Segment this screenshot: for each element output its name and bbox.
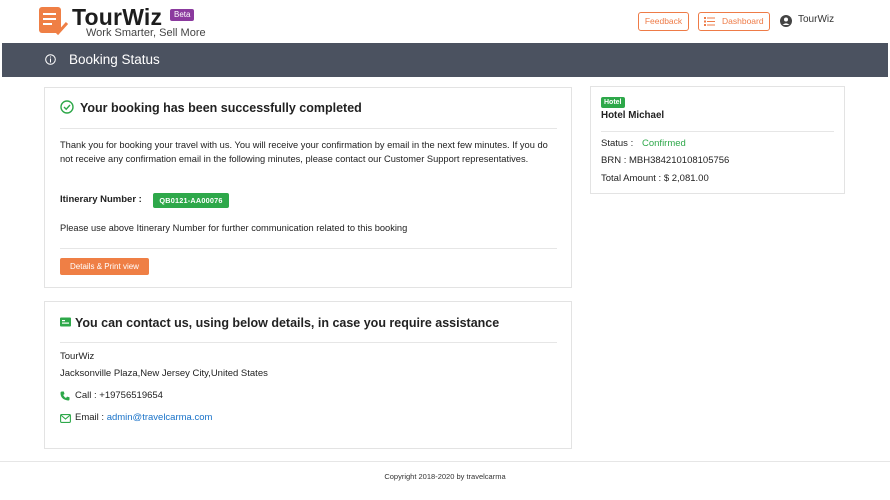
status-label: Status : — [601, 138, 634, 149]
page-title-bar: Booking Status — [2, 43, 888, 77]
brn-number: BRN : MBH384210108105756 — [601, 155, 730, 166]
success-title: Your booking has been successfully compl… — [80, 101, 362, 115]
dashboard-button[interactable]: Dashboard — [698, 12, 770, 31]
company-name: TourWiz — [60, 351, 95, 362]
total-amount: Total Amount : $ 2,081.00 — [601, 173, 709, 184]
status-value: Confirmed — [642, 138, 686, 149]
brand-name[interactable]: TourWiz — [72, 5, 162, 29]
dashboard-label: Dashboard — [722, 16, 764, 26]
hotel-summary-card: Hotel Hotel Michael Status : Confirmed B… — [590, 86, 845, 194]
top-header: TourWiz Beta Work Smarter, Sell More Fee… — [0, 0, 890, 43]
contact-card: You can contact us, using below details,… — [44, 301, 572, 449]
contact-card-icon — [60, 317, 71, 327]
details-print-button[interactable]: Details & Print view — [60, 258, 149, 275]
info-icon — [45, 54, 56, 65]
footer-divider — [0, 461, 890, 462]
email-label: Email : — [75, 412, 107, 423]
contact-phone[interactable]: Call : +19756519654 — [75, 390, 163, 401]
contact-title: You can contact us, using below details,… — [75, 316, 500, 330]
user-name: TourWiz — [798, 14, 835, 25]
company-address: Jacksonville Plaza,New Jersey City,Unite… — [60, 368, 268, 379]
confirmation-message: Thank you for booking your travel with u… — [60, 140, 548, 164]
divider — [60, 342, 557, 343]
itinerary-note: Please use above Itinerary Number for fu… — [60, 223, 408, 233]
envelope-icon — [60, 414, 71, 423]
hotel-badge: Hotel — [601, 97, 625, 108]
brand-tagline: Work Smarter, Sell More — [86, 27, 206, 39]
divider — [601, 131, 834, 132]
phone-icon — [60, 391, 70, 401]
email-link[interactable]: admin@travelcarma.com — [107, 412, 213, 423]
divider — [60, 128, 557, 129]
footer-copyright: Copyright 2018-2020 by travelcarma — [384, 472, 506, 481]
itinerary-number-badge: QB0121-AA00076 — [153, 193, 229, 208]
itinerary-label: Itinerary Number : — [60, 194, 142, 205]
hotel-name: Hotel Michael — [601, 110, 665, 121]
booking-success-card: Your booking has been successfully compl… — [44, 87, 572, 288]
page-title: Booking Status — [69, 52, 160, 67]
divider — [60, 248, 557, 249]
feedback-button[interactable]: Feedback — [638, 12, 689, 31]
beta-badge: Beta — [170, 9, 195, 21]
contact-email: Email : admin@travelcarma.com — [75, 412, 212, 423]
tourwiz-logo-icon[interactable] — [38, 6, 68, 36]
list-icon — [704, 17, 715, 26]
user-avatar-icon — [780, 15, 792, 27]
check-circle-icon — [60, 100, 74, 114]
